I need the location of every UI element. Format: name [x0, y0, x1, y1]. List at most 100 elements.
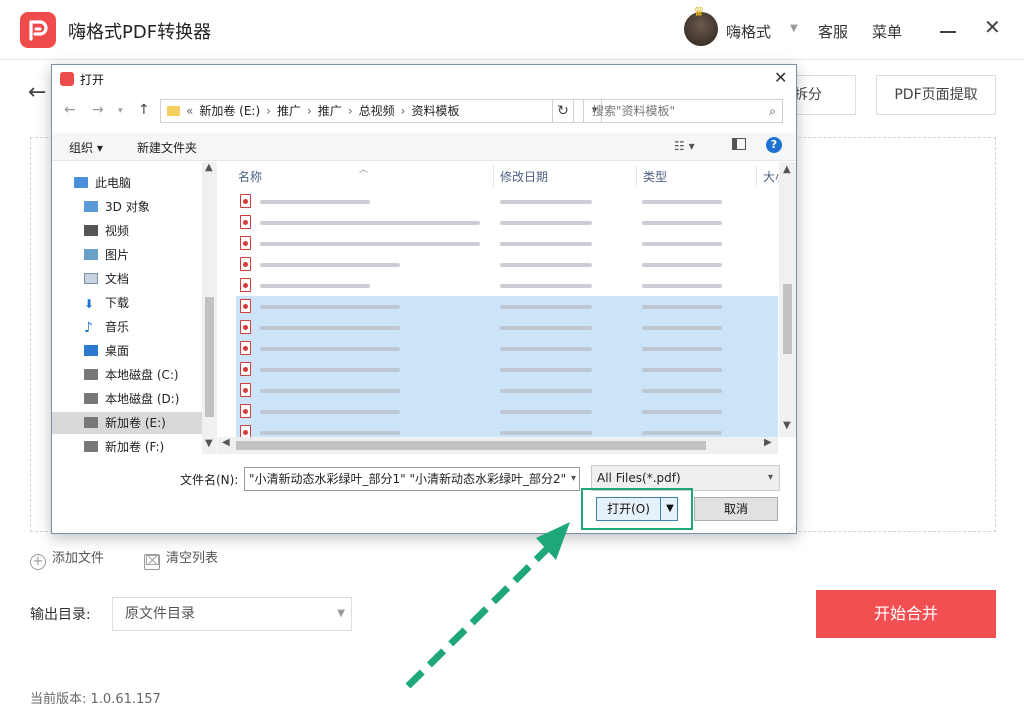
file-name-input[interactable]: "小清新动态水彩绿叶_部分1" "小清新动态水彩绿叶_部分2" ▾	[244, 467, 580, 491]
file-list: ︿ 名称 修改日期 类型 大小	[218, 162, 796, 454]
organize-menu[interactable]: 组织 ▾	[69, 139, 103, 156]
open-dropdown-icon[interactable]: ▼	[663, 498, 677, 520]
nav-label: 图片	[105, 248, 130, 262]
pictures-icon	[84, 249, 98, 260]
plus-circle-icon: +	[30, 554, 46, 570]
nav-drive-e[interactable]: 新加卷 (E:)	[52, 412, 202, 434]
support-link[interactable]: 客服	[818, 21, 848, 42]
back-icon[interactable]: ←	[64, 102, 76, 118]
open-file-dialog: 打开 ✕ ← → ▾ ↑ «新加卷 (E:) › 推广 › 推广 › 总视频 › 资料模板 ▾ …	[51, 64, 797, 534]
file-row[interactable]	[236, 275, 778, 296]
file-row[interactable]	[236, 212, 778, 233]
file-row-selected[interactable]	[236, 380, 778, 401]
breadcrumb-templates[interactable]: 资料模板	[411, 104, 459, 118]
file-row-selected[interactable]	[236, 359, 778, 380]
chevron-down-icon: ▾	[767, 472, 773, 483]
file-row-selected[interactable]	[236, 317, 778, 338]
crown-icon: ♛	[693, 5, 705, 20]
file-list-hscrollbar[interactable]: ◀ ▶	[218, 437, 778, 454]
documents-icon	[84, 273, 98, 284]
nav-label: 此电脑	[95, 176, 132, 190]
breadcrumb-promo[interactable]: 推广	[277, 104, 301, 118]
add-file-label: 添加文件	[52, 551, 105, 566]
scroll-up-icon[interactable]: ▲	[783, 164, 791, 175]
recent-dropdown-icon[interactable]: ▾	[118, 106, 123, 116]
file-list-vscrollbar[interactable]: ▲ ▼	[779, 162, 796, 437]
resize-grip-icon[interactable]: ⋰	[788, 525, 796, 534]
cancel-button[interactable]: 取消	[694, 497, 778, 521]
pdf-file-icon	[240, 215, 251, 229]
preview-pane-icon[interactable]	[732, 138, 746, 150]
dialog-toolbar: 组织 ▾ 新建文件夹 ☷ ▾ ?	[52, 133, 796, 161]
chevron-down-icon[interactable]: ▼	[790, 23, 798, 34]
column-type[interactable]: 类型	[643, 168, 667, 185]
search-placeholder: 搜索"资料模板"	[592, 104, 676, 118]
file-row[interactable]	[236, 191, 778, 212]
pdf-file-icon	[240, 362, 251, 376]
output-dir-select[interactable]: 原文件目录 ▼	[112, 597, 352, 631]
nav-label: 新加卷 (E:)	[105, 416, 166, 430]
column-name[interactable]: 名称	[238, 168, 262, 185]
view-options-icon[interactable]: ☷ ▾	[674, 139, 695, 153]
address-bar[interactable]: «新加卷 (E:) › 推广 › 推广 › 总视频 › 资料模板 ▾	[160, 99, 602, 123]
new-folder-button[interactable]: 新建文件夹	[137, 139, 197, 156]
start-merge-button[interactable]: 开始合并	[816, 590, 996, 638]
file-row[interactable]	[236, 233, 778, 254]
open-button[interactable]: 打开(O) ▼	[596, 497, 678, 521]
pdf-file-icon	[240, 236, 251, 250]
app-logo-icon	[20, 12, 56, 48]
tab-page-extract[interactable]: PDF页面提取	[876, 75, 996, 115]
scroll-right-icon[interactable]: ▶	[764, 437, 772, 448]
scroll-down-icon[interactable]: ▼	[783, 420, 791, 431]
avatar[interactable]: ♛	[684, 6, 718, 46]
chevron-down-icon: ▼	[337, 608, 345, 619]
breadcrumb-total-video[interactable]: 总视频	[359, 104, 395, 118]
desktop-icon	[84, 345, 98, 356]
refresh-icon[interactable]: ↻	[552, 99, 574, 123]
search-input[interactable]: 搜索"资料模板" ⌕	[583, 99, 783, 123]
add-file-button[interactable]: + 添加文件	[30, 547, 104, 570]
menu-link[interactable]: 菜单	[872, 21, 902, 42]
help-icon[interactable]: ?	[766, 137, 782, 153]
up-icon[interactable]: ↑	[138, 102, 150, 118]
output-dir-value: 原文件目录	[125, 606, 195, 622]
close-icon[interactable]: ✕	[774, 68, 787, 87]
scroll-thumb[interactable]	[783, 284, 792, 354]
nav-scrollbar[interactable]: ▲ ▼	[202, 162, 217, 454]
nav-label: 新加卷 (F:)	[105, 440, 165, 454]
open-button-label[interactable]: 打开(O)	[597, 498, 661, 520]
scroll-up-icon[interactable]: ▲	[205, 162, 213, 173]
nav-label: 本地磁盘 (C:)	[105, 368, 179, 382]
scroll-left-icon[interactable]: ◀	[222, 437, 230, 448]
clear-list-button[interactable]: ⌧ 清空列表	[144, 547, 218, 570]
file-row-selected[interactable]	[236, 401, 778, 422]
username[interactable]: 嗨格式	[726, 21, 771, 42]
forward-icon[interactable]: →	[92, 102, 104, 118]
breadcrumb-promo-2[interactable]: 推广	[318, 104, 342, 118]
close-icon[interactable]: ✕	[984, 17, 1001, 37]
pdf-file-icon	[240, 194, 251, 208]
nav-label: 视频	[105, 224, 130, 238]
pdf-file-icon	[240, 257, 251, 271]
scroll-thumb[interactable]	[236, 441, 706, 450]
file-row[interactable]	[236, 254, 778, 275]
chevron-down-icon[interactable]: ▾	[568, 468, 576, 490]
scroll-thumb[interactable]	[205, 297, 214, 417]
nav-this-pc[interactable]: 此电脑	[74, 172, 214, 194]
file-name-label: 文件名(N):	[180, 473, 239, 487]
file-row-selected[interactable]	[236, 296, 778, 317]
file-row-selected[interactable]	[236, 338, 778, 359]
scroll-down-icon[interactable]: ▼	[205, 438, 213, 449]
back-arrow-icon[interactable]: ←	[28, 82, 46, 104]
nav-label: 桌面	[105, 344, 130, 358]
minimize-icon[interactable]	[940, 31, 956, 33]
drive-icon	[84, 417, 98, 428]
breadcrumb-drive-e[interactable]: 新加卷 (E:)	[199, 104, 260, 118]
column-date[interactable]: 修改日期	[500, 168, 548, 185]
nav-label: 音乐	[105, 320, 130, 334]
nav-label: 本地磁盘 (D:)	[105, 392, 180, 406]
address-overflow[interactable]: «	[186, 104, 193, 118]
3d-objects-icon	[84, 201, 98, 212]
pdf-file-icon	[240, 299, 251, 313]
folder-icon	[167, 106, 180, 116]
